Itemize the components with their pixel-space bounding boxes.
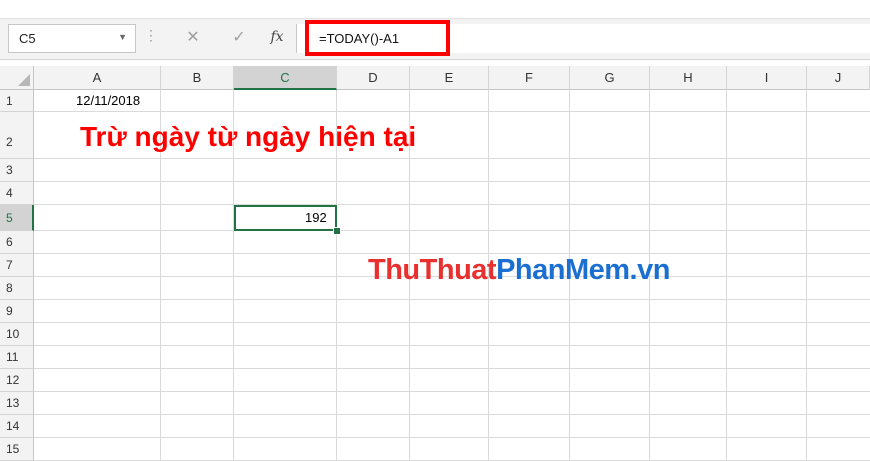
formula-highlight-box [305,20,450,56]
page-title: Trừ ngày từ ngày hiện tại [80,121,417,152]
column-header-a[interactable]: A [34,66,161,90]
formula-bar-area: C5 ▼ ⋮ ✕ ✓ fx =TODAY()-A1 [0,0,870,64]
column-header-c[interactable]: C [234,66,337,90]
row-header-11[interactable]: 11 [0,346,34,369]
gridline-col [726,90,727,461]
row-header-5[interactable]: 5 [0,205,34,231]
column-header-e[interactable]: E [410,66,489,90]
row-header-1[interactable]: 1 [0,90,34,112]
fx-icon[interactable]: fx [264,22,290,52]
drag-handle-icon[interactable]: ⋮ [144,27,158,44]
cancel-icon[interactable]: ✕ [180,22,206,52]
watermark: ThuThuatPhanMem.vn [368,254,670,287]
row-header-9[interactable]: 9 [0,300,34,323]
row-header-13[interactable]: 13 [0,392,34,415]
select-all-corner[interactable] [0,66,34,90]
column-header-b[interactable]: B [161,66,234,90]
row-header-12[interactable]: 12 [0,369,34,392]
watermark-part-2: PhanMem.vn [496,254,670,286]
column-header-f[interactable]: F [489,66,570,90]
gridline-col [806,90,807,461]
fill-handle[interactable] [333,227,341,235]
row-header-4[interactable]: 4 [0,182,34,205]
select-all-icon [18,74,30,86]
column-header-d[interactable]: D [337,66,410,90]
row-header-15[interactable]: 15 [0,438,34,461]
column-header-h[interactable]: H [650,66,727,90]
fx-label: fx [270,29,284,45]
row-header-8[interactable]: 8 [0,277,34,300]
column-header-j[interactable]: J [807,66,870,90]
name-box-value: C5 [19,31,36,46]
chevron-down-icon[interactable]: ▼ [118,32,127,42]
row-header-3[interactable]: 3 [0,159,34,182]
row-header-14[interactable]: 14 [0,415,34,438]
row-header-7[interactable]: 7 [0,254,34,277]
row-header-2[interactable]: 2 [0,112,34,159]
cell-c5[interactable]: 192 [305,210,327,225]
name-box[interactable]: C5 ▼ [8,24,136,53]
column-header-g[interactable]: G [570,66,650,90]
watermark-part-1: ThuThuat [368,254,497,286]
row-header-6[interactable]: 6 [0,231,34,254]
row-header-10[interactable]: 10 [0,323,34,346]
column-header-i[interactable]: I [727,66,807,90]
check-icon[interactable]: ✓ [226,22,252,52]
cell-a1[interactable]: 12/11/2018 [76,93,140,108]
